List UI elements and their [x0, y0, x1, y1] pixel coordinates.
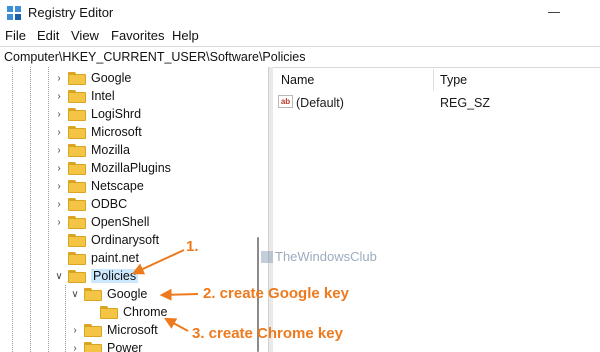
annotation-step3: 3. create Chrome key [192, 325, 343, 342]
annotation-arrow-2 [159, 288, 199, 301]
annotation-step2: 2. create Google key [203, 285, 349, 302]
annotation-arrow-3 [163, 317, 189, 332]
annotation-arrow-1 [131, 249, 185, 275]
annotation-step1: 1. [186, 238, 199, 255]
